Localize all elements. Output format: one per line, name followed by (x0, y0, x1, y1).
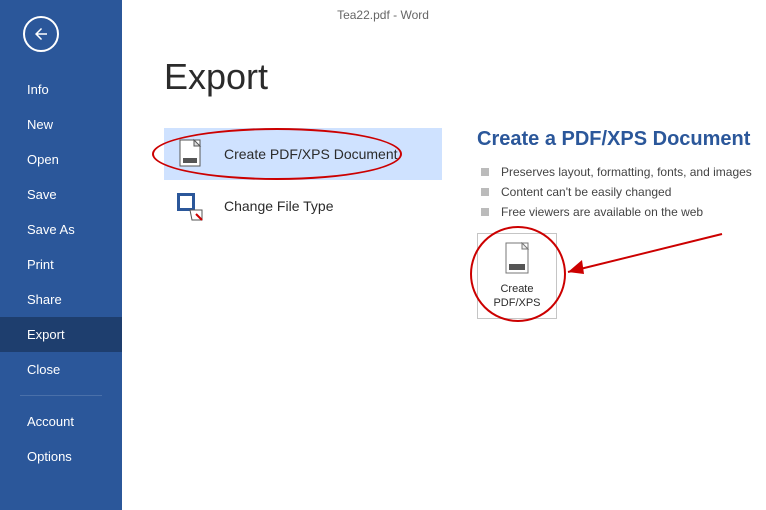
back-button[interactable] (23, 16, 59, 52)
option-create-pdf-xps[interactable]: Create PDF/XPS Document (164, 128, 442, 180)
sidebar-item-label: Print (27, 257, 54, 272)
option-change-file-type[interactable]: Change File Type (164, 180, 442, 232)
button-label: Create PDF/XPS (493, 282, 540, 311)
arrow-left-icon (32, 25, 50, 43)
sidebar-item-label: Options (27, 449, 72, 464)
backstage-sidebar: Info New Open Save Save As Print Share E… (0, 0, 122, 510)
sidebar-item-info[interactable]: Info (0, 72, 122, 107)
change-file-type-icon (174, 190, 206, 222)
sidebar-item-account[interactable]: Account (0, 404, 122, 439)
option-label: Change File Type (224, 198, 333, 214)
export-details: Create a PDF/XPS Document Preserves layo… (477, 128, 766, 319)
sidebar-item-label: Account (27, 414, 74, 429)
details-title: Create a PDF/XPS Document (477, 128, 766, 151)
main-content: Export Create PDF/XPS Document Change Fi… (122, 0, 766, 510)
sidebar-item-label: Close (27, 362, 60, 377)
sidebar-item-label: Export (27, 327, 65, 342)
sidebar-item-save[interactable]: Save (0, 177, 122, 212)
sidebar-item-label: Info (27, 82, 49, 97)
sidebar-item-open[interactable]: Open (0, 142, 122, 177)
bullet-item: Preserves layout, formatting, fonts, and… (477, 165, 766, 179)
sidebar-item-save-as[interactable]: Save As (0, 212, 122, 247)
pdf-export-icon (503, 242, 531, 276)
sidebar-divider (20, 395, 102, 396)
sidebar-item-label: Save As (27, 222, 75, 237)
pdf-document-icon (174, 138, 206, 170)
sidebar-item-print[interactable]: Print (0, 247, 122, 282)
sidebar-item-label: Save (27, 187, 57, 202)
bullet-item: Content can't be easily changed (477, 185, 766, 199)
sidebar-item-share[interactable]: Share (0, 282, 122, 317)
option-label: Create PDF/XPS Document (224, 146, 398, 162)
bullet-item: Free viewers are available on the web (477, 205, 766, 219)
export-options-list: Create PDF/XPS Document Change File Type (164, 128, 442, 232)
sidebar-item-label: Open (27, 152, 59, 167)
sidebar-item-export[interactable]: Export (0, 317, 122, 352)
create-pdf-xps-button[interactable]: Create PDF/XPS (477, 233, 557, 319)
sidebar-item-label: New (27, 117, 53, 132)
sidebar-item-options[interactable]: Options (0, 439, 122, 474)
sidebar-item-close[interactable]: Close (0, 352, 122, 387)
details-bullets: Preserves layout, formatting, fonts, and… (477, 165, 766, 219)
sidebar-item-new[interactable]: New (0, 107, 122, 142)
sidebar-item-label: Share (27, 292, 62, 307)
page-title: Export (164, 56, 766, 98)
